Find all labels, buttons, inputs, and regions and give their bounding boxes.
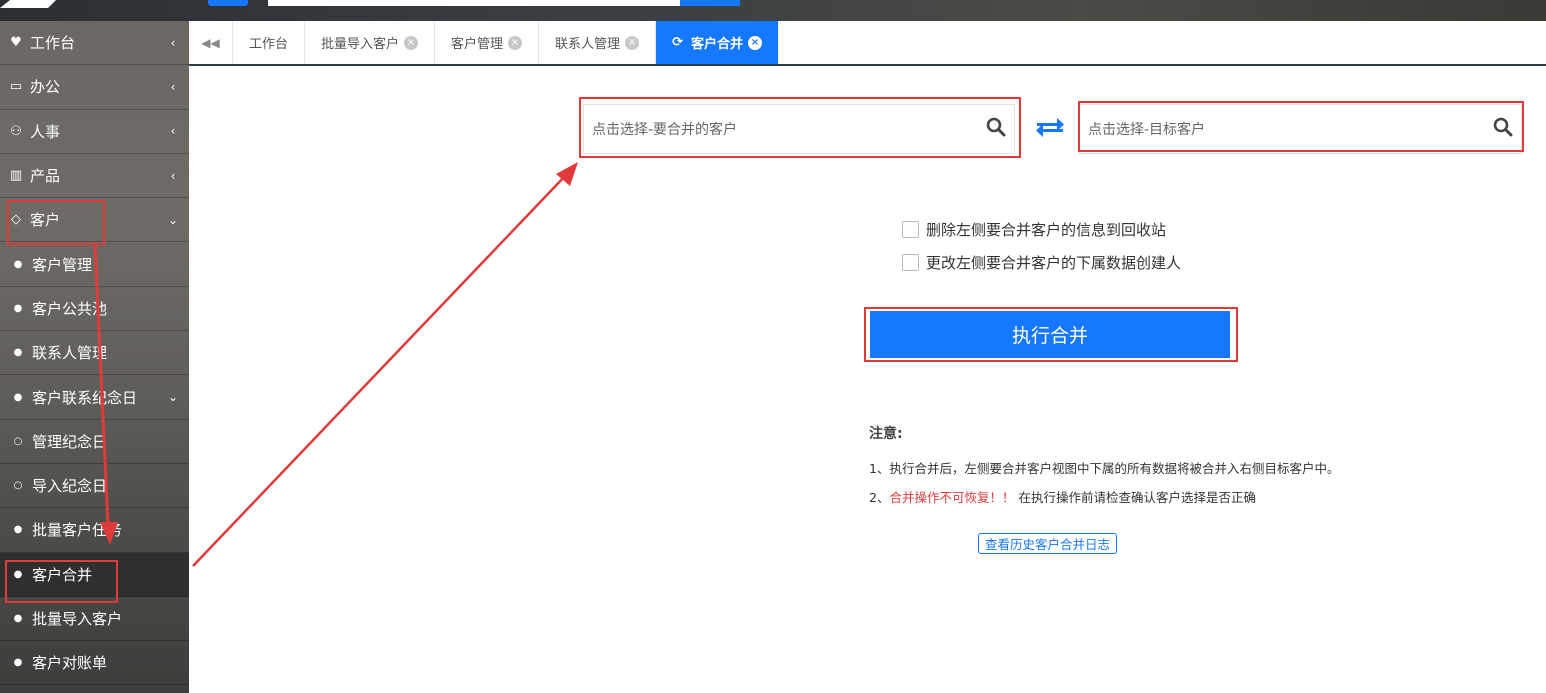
sidebar-item-2[interactable]: ⚇ 人事 ‹ (0, 110, 189, 154)
dot-icon: ● (13, 302, 23, 314)
sidebar-item-5[interactable]: ● 客户管理 (0, 242, 189, 287)
note-line-2-suffix: 在执行操作前请检查确认客户选择是否正确 (1014, 490, 1256, 505)
checkbox[interactable] (902, 221, 919, 238)
circle-icon: ○ (13, 435, 23, 447)
chevron-left-icon: ‹ (170, 168, 176, 183)
option-change-creator[interactable]: 更改左侧要合并客户的下属数据创建人 (902, 252, 1181, 273)
option-label: 更改左侧要合并客户的下属数据创建人 (926, 254, 1182, 272)
sidebar-item-label: 办公 (30, 78, 61, 97)
sidebar-item-label: 客户联系纪念日 (32, 388, 138, 407)
sidebar-item-6[interactable]: ● 客户公共池 (0, 287, 189, 332)
tab-contact-management[interactable]: 联系人管理 × (539, 21, 657, 64)
refresh-icon[interactable]: ⟳ (672, 35, 683, 50)
barcode-icon: ▥ (9, 168, 23, 184)
sidebar-item-3[interactable]: ▥ 产品 ‹ (0, 154, 189, 199)
sidebar-item-label: 产品 (30, 167, 61, 186)
tab-customer-merge[interactable]: ⟳ 客户合并 × (656, 21, 779, 64)
annotation-box-customer-menu (7, 200, 105, 245)
sidebar-item-13[interactable]: ● 批量导入客户 (0, 597, 189, 642)
header-menu-button[interactable] (208, 0, 248, 6)
swap-icon (1036, 118, 1064, 137)
heart-icon: ♥ (10, 35, 22, 51)
merge-history-log-link[interactable]: 查看历史客户合并日志 (978, 533, 1118, 554)
annotation-box-target (1078, 101, 1524, 152)
sidebar-item-14[interactable]: ● 客户对账单 (0, 641, 189, 686)
sidebar-item-1[interactable]: ▭ 办公 ‹ (0, 65, 189, 110)
note-title: 注意: (869, 426, 903, 442)
chevron-down-icon: ⌄ (167, 212, 179, 227)
chevron-left-icon: ‹ (170, 35, 176, 50)
chevron-left-icon: ‹ (170, 79, 176, 94)
sidebar-item-8[interactable]: ● 客户联系纪念日 ⌄ (0, 375, 189, 420)
header-search-button[interactable] (680, 0, 740, 6)
annotation-box-source (579, 97, 1021, 158)
dot-icon: ● (13, 258, 23, 270)
circle-icon: ○ (13, 480, 23, 492)
close-icon[interactable]: × (747, 35, 762, 50)
tab-label: 联系人管理 (555, 37, 621, 52)
option-delete-to-recycle[interactable]: 删除左侧要合并客户的信息到回收站 (902, 219, 1166, 240)
note-line-2-prefix: 2、 (869, 490, 890, 505)
sidebar-item-11[interactable]: ● 批量客户任务 (0, 508, 189, 553)
users-icon: ⚇ (10, 123, 22, 139)
sidebar-item-label: 客户公共池 (32, 299, 108, 318)
tab-label: 批量导入客户 (321, 37, 400, 52)
double-chevron-left-icon: ◀◀ (201, 35, 220, 50)
chevron-down-icon: ⌄ (167, 390, 179, 405)
sidebar-item-label: 批量导入客户 (32, 610, 123, 628)
sidebar-item-label: 人事 (30, 122, 61, 141)
dot-icon: ● (13, 347, 23, 359)
tab-customer-management[interactable]: 客户管理 × (435, 21, 540, 64)
dot-icon: ● (13, 391, 23, 403)
tab-label: 工作台 (249, 37, 289, 52)
sidebar-item-label: 客户对账单 (32, 654, 108, 673)
laptop-icon: ▭ (9, 79, 23, 95)
sidebar-item-label: 工作台 (30, 34, 76, 53)
sidebar-item-label: 导入纪念日 (32, 477, 108, 496)
sidebar-item-7[interactable]: ● 联系人管理 (0, 331, 189, 376)
note-line-1: 1、执行合并后，左侧要合并客户视图中下属的所有数据将被合并入右侧目标客户中。 (869, 461, 1340, 476)
sidebar-item-label: 管理纪念日 (32, 432, 108, 451)
tab-label: 客户合并 (690, 37, 743, 52)
header-search-input[interactable] (268, 0, 680, 6)
dot-icon: ● (13, 524, 23, 536)
main-content: 点击选择-要合并的客户 点击选择-目标客户 删除左侧要合并客户的信息到回收站 更… (189, 66, 1546, 693)
sidebar-item-9[interactable]: ○ 管理纪念日 (0, 420, 189, 464)
annotation-box-execute (864, 307, 1238, 362)
tab-label: 客户管理 (451, 37, 504, 52)
sidebar-item-10[interactable]: ○ 导入纪念日 (0, 464, 189, 509)
top-header (0, 0, 1546, 21)
close-icon[interactable]: × (625, 35, 640, 50)
tab-scroll-left-button[interactable]: ◀◀ (189, 21, 233, 64)
tab-bar: ◀◀ 工作台 批量导入客户 × 客户管理 × 联系人管理 × ⟳ 客户合并 × (189, 21, 1546, 66)
sidebar-item-label: 批量客户任务 (32, 521, 123, 540)
tab-batch-import-customers[interactable]: 批量导入客户 × (305, 21, 436, 64)
note-line-2: 2、合并操作不可恢复！！ 在执行操作前请检查确认客户选择是否正确 (869, 487, 1256, 506)
option-label: 删除左侧要合并客户的信息到回收站 (926, 221, 1167, 239)
tab-workbench[interactable]: 工作台 (233, 21, 306, 64)
chevron-left-icon: ‹ (170, 124, 176, 139)
close-icon[interactable]: × (508, 35, 523, 50)
sidebar-item-label: 联系人管理 (32, 344, 108, 363)
checkbox[interactable] (902, 254, 919, 271)
annotation-box-customer-merge (5, 560, 118, 603)
sidebar-item-0[interactable]: ♥ 工作台 ‹ (0, 21, 189, 66)
dot-icon: ● (13, 613, 23, 624)
sidebar-item-label: 客户管理 (32, 255, 93, 274)
dot-icon: ● (13, 657, 23, 669)
close-icon[interactable]: × (404, 35, 419, 50)
irreversible-warning: 合并操作不可恢复！！ (889, 490, 1015, 505)
logo-icon (0, 0, 56, 8)
